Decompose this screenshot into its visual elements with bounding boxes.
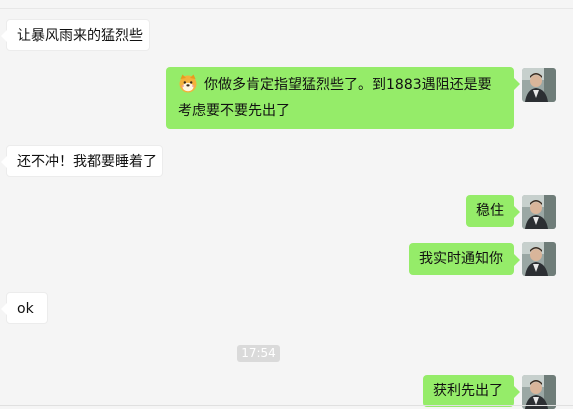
- user-avatar[interactable]: [522, 195, 556, 229]
- message-bubble-outgoing[interactable]: 你做多肯定指望猛烈些了。到1883遇阻还是要考虑要不要先出了: [166, 67, 520, 129]
- message-text: 让暴风雨来的猛烈些: [17, 28, 143, 44]
- time-divider: 17:54: [237, 345, 280, 362]
- chat-window: 让暴风雨来的猛烈些 你做多肯定指望猛烈些了。到1883遇阻还是要考虑要不要先出了: [0, 0, 573, 409]
- user-avatar[interactable]: [522, 242, 556, 276]
- message-bubble-outgoing[interactable]: 我实时通知你: [409, 243, 520, 275]
- user-avatar[interactable]: [522, 68, 556, 102]
- message-text: 还不冲！我都要睡着了: [17, 154, 157, 170]
- message-text: 我实时通知你: [419, 251, 503, 267]
- message-bubble-incoming[interactable]: ok: [1, 292, 48, 324]
- message-bubble-incoming[interactable]: 还不冲！我都要睡着了: [1, 145, 163, 177]
- message-bubble-outgoing[interactable]: 获利先出了: [423, 375, 520, 407]
- message-text: 获利先出了: [433, 383, 503, 399]
- message-text: 你做多肯定指望猛烈些了。到1883遇阻还是要考虑要不要先出了: [178, 77, 492, 119]
- input-area-divider: [0, 405, 573, 406]
- dog-face-icon: [178, 73, 198, 100]
- message-bubble-outgoing[interactable]: 稳住: [466, 195, 520, 227]
- message-text: ok: [17, 301, 34, 317]
- top-divider: [0, 8, 573, 9]
- user-avatar[interactable]: [522, 375, 556, 409]
- message-text: 稳住: [476, 203, 504, 219]
- message-bubble-incoming[interactable]: 让暴风雨来的猛烈些: [1, 19, 150, 51]
